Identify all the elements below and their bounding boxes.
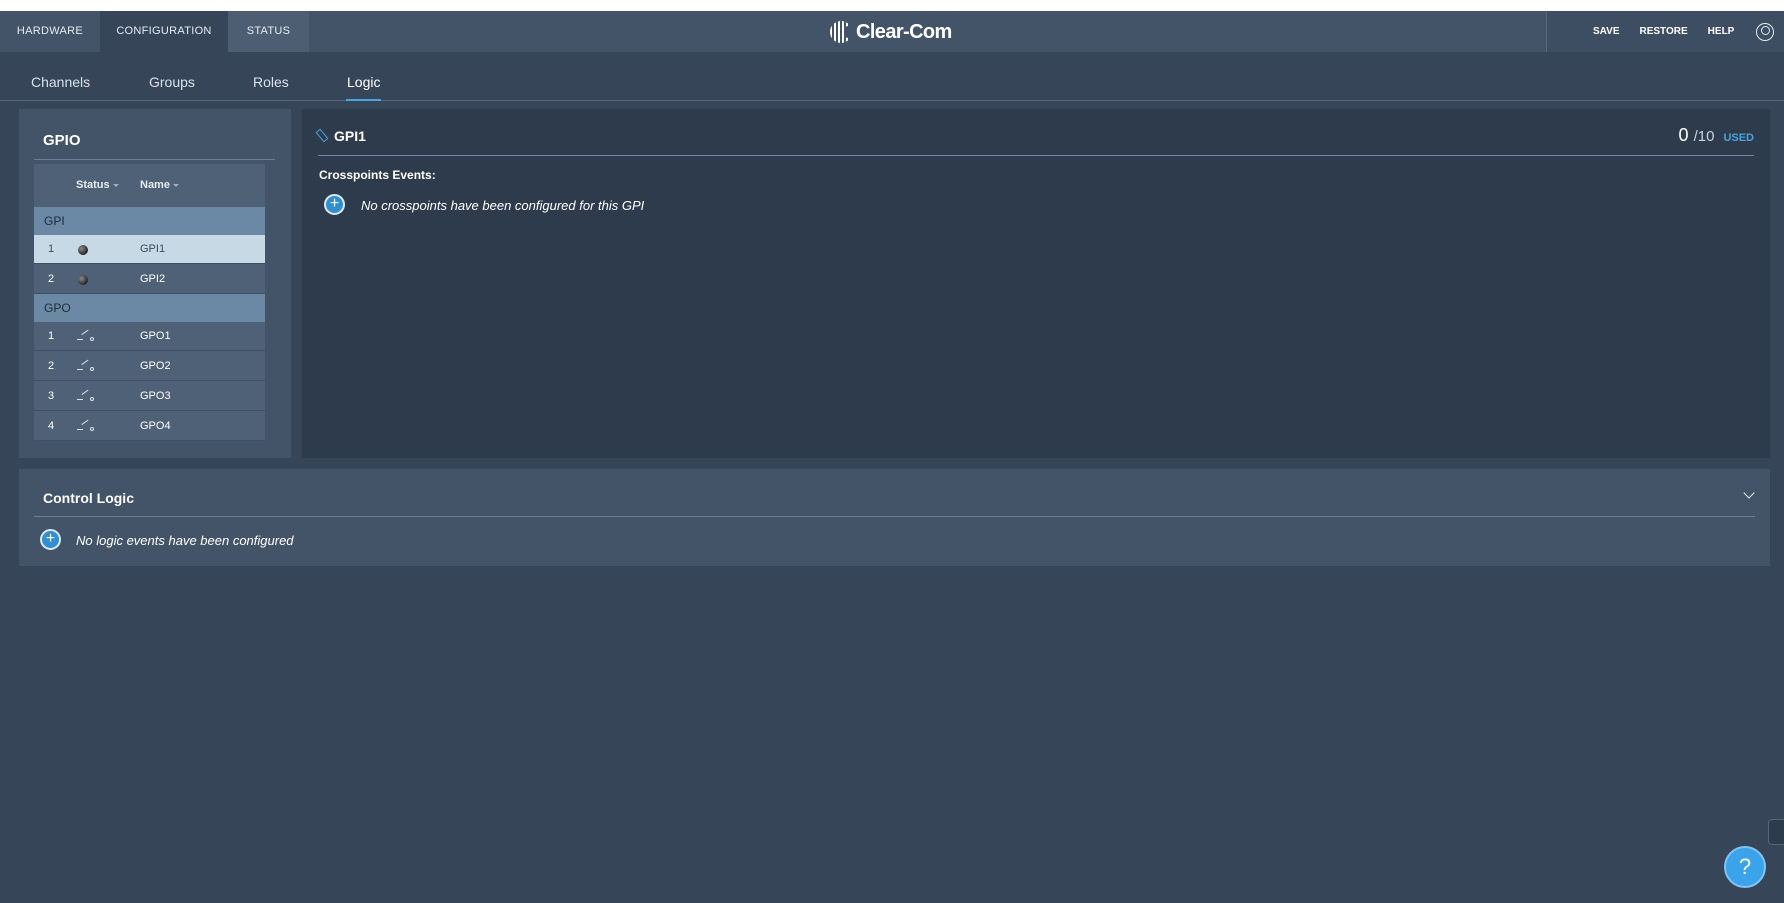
add-crosspoint-button[interactable]: + <box>324 194 345 215</box>
relay-switch-icon <box>77 424 94 431</box>
gpo-row-3[interactable]: 3 GPO3 <box>34 382 265 411</box>
tab-configuration[interactable]: CONFIGURATION <box>100 11 228 52</box>
app-window: HARDWARE CONFIGURATION STATUS Clear-Com … <box>0 11 1784 903</box>
status-led-icon <box>78 245 88 255</box>
sort-caret-icon <box>172 183 179 187</box>
tab-status[interactable]: STATUS <box>228 11 309 52</box>
add-logic-event-button[interactable]: + <box>40 529 61 550</box>
control-logic-panel: Control Logic + No logic events have bee… <box>19 469 1770 566</box>
crosspoint-usage: 0 /10 USED <box>1679 125 1754 146</box>
tab-channels[interactable]: Channels <box>30 52 91 101</box>
row-number: 2 <box>48 273 55 285</box>
gpo-row-4[interactable]: 4 GPO4 <box>34 412 265 441</box>
relay-switch-icon <box>77 394 94 401</box>
row-number: 3 <box>48 390 55 402</box>
row-number: 1 <box>48 330 55 342</box>
gpi-detail-panel: GPI1 0 /10 USED Crosspoints Events: + No… <box>302 109 1770 458</box>
row-name: GPO2 <box>140 360 171 372</box>
restore-button[interactable]: RESTORE <box>1640 26 1688 37</box>
divider <box>318 155 1754 156</box>
row-number: 2 <box>48 360 55 372</box>
gpo-row-1[interactable]: 1 GPO1 <box>34 322 265 351</box>
crosspoints-events-label: Crosspoints Events: <box>319 168 436 182</box>
gpio-panel: GPIO Status Name GPI 1 GPI1 2 GPI2 GPO 1… <box>19 109 291 458</box>
row-name: GPO4 <box>140 420 171 432</box>
gpio-table: Status Name GPI 1 GPI1 2 GPI2 GPO 1 GPO1… <box>34 164 265 441</box>
status-led-icon <box>78 275 88 285</box>
tab-hardware[interactable]: HARDWARE <box>0 11 100 52</box>
divider <box>34 516 1755 517</box>
row-name: GPI2 <box>140 273 166 285</box>
name-column-label: Name <box>140 179 170 191</box>
control-logic-title: Control Logic <box>43 490 134 506</box>
sort-caret-icon <box>112 183 119 187</box>
relay-switch-icon <box>77 364 94 371</box>
gpo-row-2[interactable]: 2 GPO2 <box>34 352 265 381</box>
row-name: GPI1 <box>140 243 166 255</box>
side-drawer-handle[interactable] <box>1768 819 1784 845</box>
crosspoints-empty-message: No crosspoints have been configured for … <box>361 198 645 213</box>
top-nav-bar: HARDWARE CONFIGURATION STATUS Clear-Com … <box>0 11 1784 52</box>
help-link[interactable]: HELP <box>1708 26 1735 37</box>
toolbar-actions: SAVE RESTORE HELP <box>1546 11 1784 52</box>
row-name: GPO3 <box>140 390 171 402</box>
tab-groups[interactable]: Groups <box>148 52 196 101</box>
chevron-down-icon[interactable] <box>1743 487 1755 499</box>
clear-com-logo-icon <box>830 21 854 43</box>
tab-logic[interactable]: Logic <box>346 52 382 101</box>
logic-empty-message: No logic events have been configured <box>76 533 294 548</box>
gpo-group-header: GPO <box>34 294 265 322</box>
used-label: USED <box>1723 132 1754 144</box>
row-number: 4 <box>48 420 55 432</box>
pencil-edit-icon[interactable] <box>315 128 329 143</box>
used-count: 0 <box>1678 125 1689 145</box>
help-fab-button[interactable]: ? <box>1724 846 1766 888</box>
gpi-detail-title: GPI1 <box>334 128 366 144</box>
user-account-icon[interactable] <box>1756 22 1775 41</box>
divider <box>34 159 275 160</box>
status-column-label: Status <box>76 179 110 191</box>
save-button[interactable]: SAVE <box>1593 26 1620 37</box>
brand-name: Clear-Com <box>856 20 952 43</box>
used-total: /10 <box>1693 128 1715 145</box>
gpi-row-1[interactable]: 1 GPI1 <box>34 235 265 264</box>
clear-com-logo: Clear-Com <box>830 19 952 45</box>
row-name: GPO1 <box>140 330 171 342</box>
relay-switch-icon <box>77 334 94 341</box>
gpi-row-2[interactable]: 2 GPI2 <box>34 265 265 294</box>
tab-roles[interactable]: Roles <box>252 52 290 101</box>
gpio-title: GPIO <box>43 132 81 149</box>
config-sub-nav: Channels Groups Roles Logic <box>0 52 1784 101</box>
status-column-header[interactable]: Status <box>76 164 119 207</box>
row-number: 1 <box>48 243 55 255</box>
name-column-header[interactable]: Name <box>140 164 179 207</box>
gpi-group-header: GPI <box>34 207 265 235</box>
